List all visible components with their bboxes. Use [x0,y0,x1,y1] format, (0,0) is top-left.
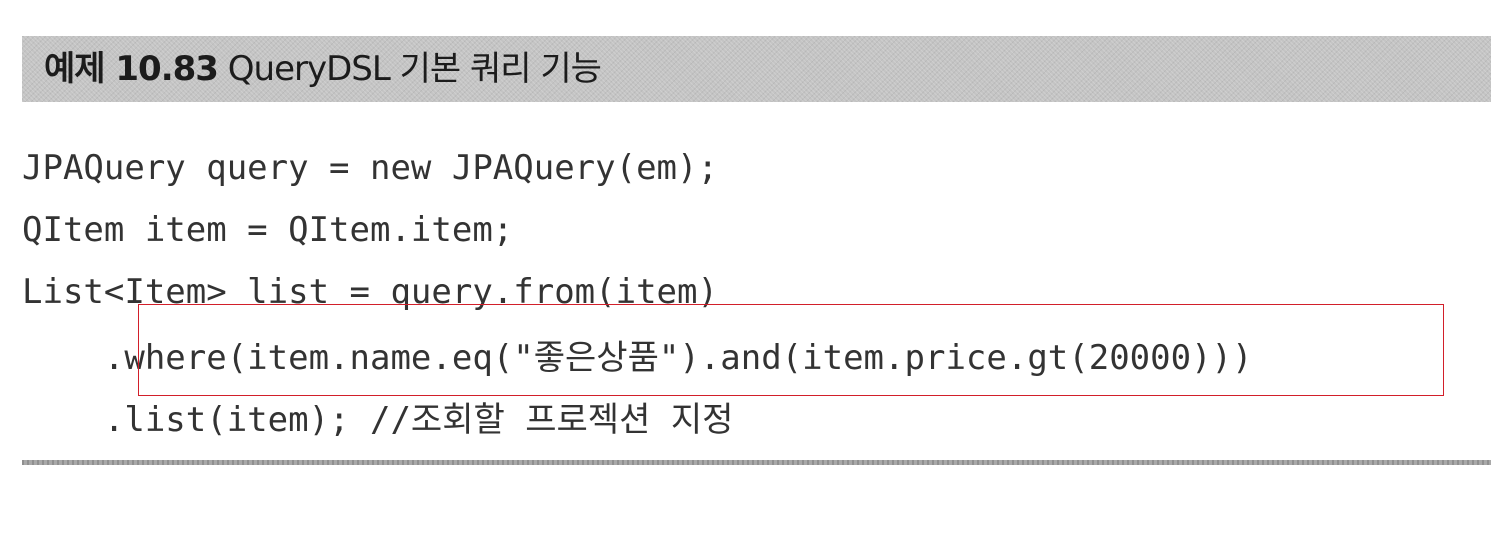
code-line-5: .list(item); //조회할 프로젝션 지정 [22,400,734,440]
example-title-bar: 예제 10.83 QueryDSL 기본 쿼리 기능 [22,36,1491,102]
example-heading: 예제 10.83 QueryDSL 기본 쿼리 기능 [44,44,602,94]
code-line-2: QItem item = QItem.item; [22,210,514,250]
code-line-4: .where(item.name.eq("좋은상품").and(item.pri… [22,338,1253,378]
example-number-label: 예제 10.83 [44,49,219,89]
bottom-divider [22,460,1491,465]
example-title: QueryDSL 기본 쿼리 기능 [227,49,602,89]
code-line-3: List<Item> list = query.from(item) [22,272,718,312]
code-line-1: JPAQuery query = new JPAQuery(em); [22,148,718,188]
